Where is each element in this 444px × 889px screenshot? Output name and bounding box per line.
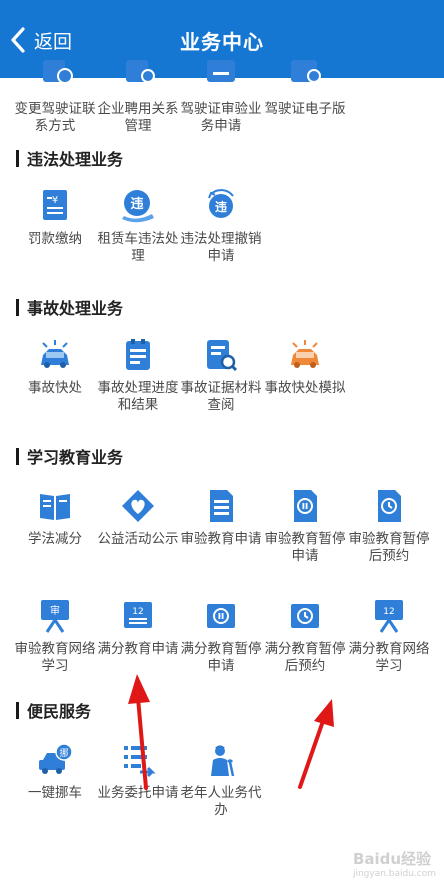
service-label: 满分教育暂停后预约 [264, 641, 346, 674]
service-violation-cancel[interactable]: 违 违法处理撤销申请 [176, 188, 266, 265]
page-title: 业务中心 [180, 30, 264, 54]
svg-text:12: 12 [132, 607, 143, 617]
evidence-search-icon [207, 340, 238, 372]
service-label: 事故快处 [28, 380, 82, 396]
accident-quick-icon [41, 340, 69, 368]
e-license-icon [291, 60, 321, 83]
phone-edit-icon [43, 60, 73, 84]
service-full-score-pause[interactable]: 满分教育暂停申请 [176, 598, 266, 675]
service-review-edu-apply[interactable]: 审验教育申请 [176, 488, 266, 548]
service-move-car[interactable]: 挪 一键挪车 [10, 742, 100, 802]
service-label: 满分教育网络学习 [348, 641, 430, 674]
svg-text:审: 审 [50, 604, 60, 617]
service-elderly-agent[interactable]: 老年人业务代办 [176, 742, 266, 819]
score-doc-icon: 12 [124, 602, 152, 628]
service-label: 租赁车违法处理 [97, 231, 179, 264]
svg-text:挪: 挪 [59, 747, 68, 759]
service-label: 审验教育申请 [180, 531, 262, 547]
service-label: 企业聘用关系管理 [97, 101, 179, 134]
accident-progress-icon [126, 339, 150, 370]
online-board-icon: 12 [375, 600, 403, 633]
service-label: 审验教育暂停后预约 [348, 531, 430, 564]
service-label: 满分教育暂停申请 [180, 641, 262, 674]
service-review-edu-online[interactable]: 审 审验教育网络学习 [10, 598, 100, 675]
charity-heart-icon [122, 490, 154, 522]
svg-text:12: 12 [383, 607, 394, 617]
service-label: 满分教育申请 [97, 641, 179, 657]
fine-payment-icon: ¥ [43, 190, 67, 220]
section-title-accident: 事故处理业务 [16, 297, 123, 318]
service-charity-notice[interactable]: 公益活动公示 [93, 488, 183, 548]
rental-violation-icon: 违 [122, 190, 154, 223]
accident-sim-icon [291, 340, 319, 368]
section-title-convenience: 便民服务 [16, 700, 91, 721]
clock-doc-icon [378, 490, 401, 522]
service-full-score-apply[interactable]: 12 满分教育申请 [93, 598, 183, 658]
service-label: 罚款缴纳 [28, 231, 82, 247]
service-accident-quick[interactable]: 事故快处 [10, 337, 100, 397]
service-accident-progress[interactable]: 事故处理进度和结果 [93, 337, 183, 414]
settings-doc-icon [126, 60, 155, 83]
service-enterprise-employment[interactable]: 企业聘用关系管理 [93, 58, 183, 135]
service-label: 学法减分 [28, 531, 82, 547]
service-label: 驾驶证电子版 [264, 101, 346, 117]
service-review-edu-pause[interactable]: 审验教育暂停申请 [260, 488, 350, 565]
pause-card-icon [207, 604, 235, 628]
move-car-icon: 挪 [39, 743, 73, 774]
service-label: 一键挪车 [28, 785, 82, 801]
service-full-score-online[interactable]: 12 满分教育网络学习 [344, 598, 434, 675]
service-evidence-search[interactable]: 事故证据材料查阅 [176, 337, 266, 414]
section-title-education: 学习教育业务 [16, 446, 123, 467]
service-label: 审验教育网络学习 [14, 641, 96, 674]
service-label: 驾驶证审验业务申请 [180, 101, 262, 134]
service-fine-payment[interactable]: ¥ 罚款缴纳 [10, 188, 100, 248]
service-label: 违法处理撤销申请 [180, 231, 262, 264]
service-label: 事故证据材料查阅 [180, 380, 262, 413]
book-icon [40, 494, 70, 520]
online-board-icon: 审 [41, 600, 69, 633]
document-icon [210, 490, 233, 522]
service-change-license-contact[interactable]: 变更驾驶证联系方式 [10, 58, 100, 135]
service-label: 老年人业务代办 [180, 785, 262, 818]
license-review-icon [207, 60, 235, 82]
section-title-violation: 违法处理业务 [16, 148, 123, 169]
service-license-review[interactable]: 驾驶证审验业务申请 [176, 58, 266, 135]
service-delegate-apply[interactable]: 业务委托申请 [93, 742, 183, 802]
service-label: 业务委托申请 [97, 785, 179, 801]
baidu-watermark: Baidu经验 jingyan.baidu.com [352, 850, 436, 879]
annotation-arrow-right [298, 699, 334, 789]
svg-text:¥: ¥ [52, 195, 58, 206]
service-label: 变更驾驶证联系方式 [14, 101, 96, 134]
violation-cancel-icon: 违 [208, 189, 234, 218]
service-label: 事故快处模拟 [264, 380, 346, 396]
clock-card-icon [291, 604, 319, 628]
elderly-icon [211, 745, 235, 777]
service-review-edu-reserve[interactable]: 审验教育暂停后预约 [344, 488, 434, 565]
service-label: 事故处理进度和结果 [97, 380, 179, 413]
svg-text:违: 违 [130, 196, 143, 212]
delegate-list-icon [124, 746, 156, 778]
service-label: 公益活动公示 [97, 531, 179, 547]
service-e-license[interactable]: 驾驶证电子版 [260, 58, 350, 118]
service-full-score-reserve[interactable]: 满分教育暂停后预约 [260, 598, 350, 675]
service-label: 审验教育暂停申请 [264, 531, 346, 564]
service-accident-sim[interactable]: 事故快处模拟 [260, 337, 350, 397]
svg-text:违: 违 [215, 199, 227, 214]
service-study-reduce-points[interactable]: 学法减分 [10, 488, 100, 548]
pause-doc-icon [294, 490, 317, 522]
service-rental-violation[interactable]: 违 租赁车违法处理 [93, 188, 183, 265]
